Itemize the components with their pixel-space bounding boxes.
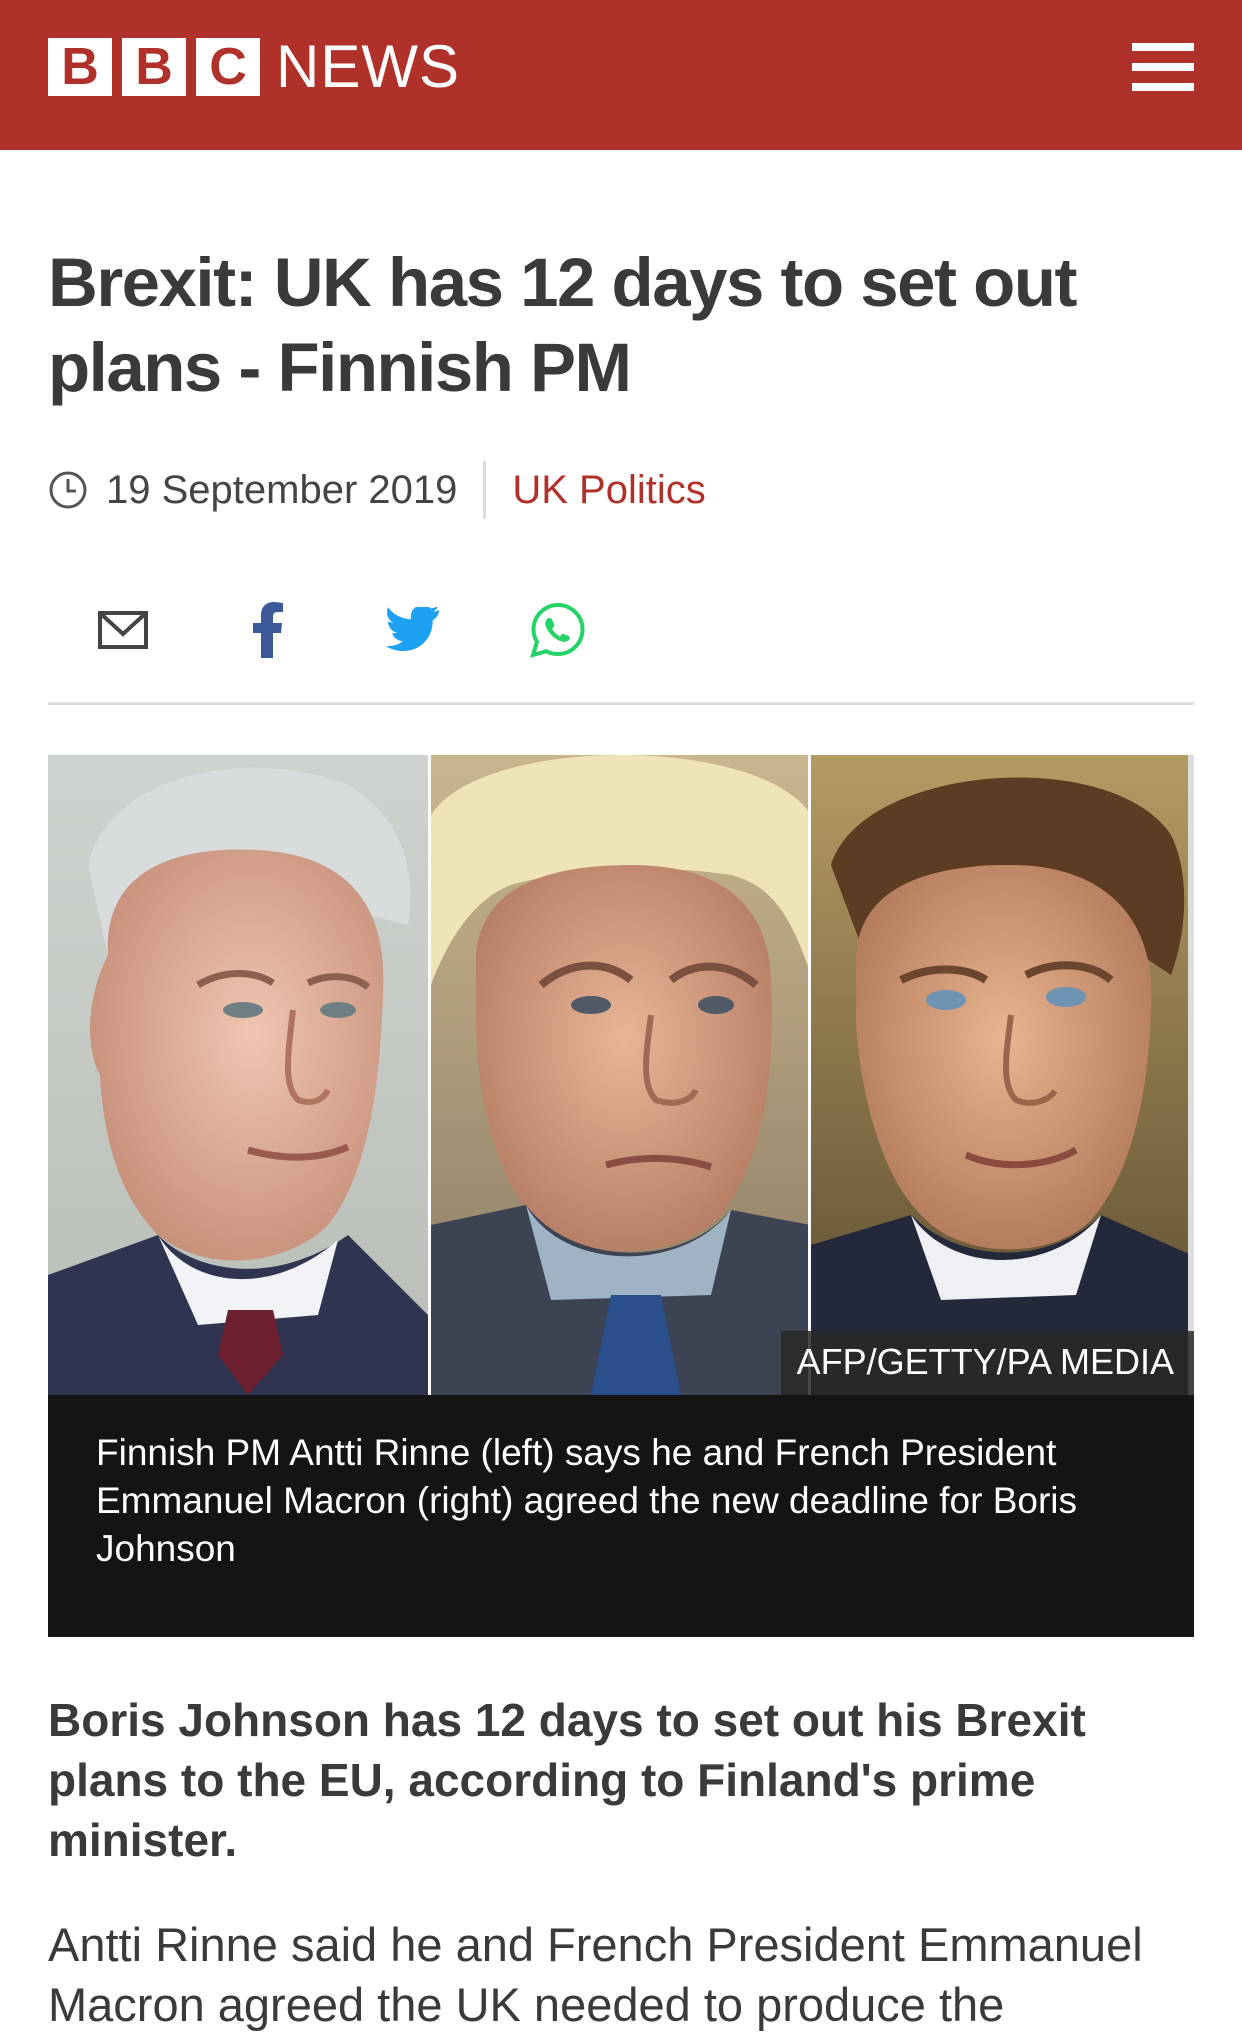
logo-letter-c: C: [196, 38, 260, 96]
logo-letter-b1: B: [48, 38, 112, 96]
article-meta: 19 September 2019 UK Politics: [48, 460, 706, 520]
bbc-news-logo[interactable]: B B C NEWS: [48, 33, 460, 100]
publish-date: 19 September 2019: [106, 467, 458, 512]
top-header-bar: B B C NEWS: [0, 0, 1242, 150]
facebook-icon[interactable]: [233, 595, 303, 665]
logo-news-text: NEWS: [276, 33, 460, 100]
article-lead-paragraph: Boris Johnson has 12 days to set out his…: [48, 1694, 1086, 1866]
article-hero-image[interactable]: AFP/GETTY/PA MEDIA: [48, 755, 1194, 1395]
logo-letter-b2: B: [122, 38, 186, 96]
portrait-antti-rinne: [48, 755, 428, 1395]
image-credit: AFP/GETTY/PA MEDIA: [780, 1331, 1194, 1395]
hamburger-menu-icon[interactable]: [1132, 43, 1194, 91]
image-caption-box: Finnish PM Antti Rinne (left) says he an…: [48, 1395, 1194, 1637]
twitter-icon[interactable]: [378, 595, 448, 665]
article-body-paragraph: Antti Rinne said he and French President…: [48, 1918, 1143, 2031]
category-link[interactable]: UK Politics: [512, 468, 705, 513]
portrait-boris-johnson: [428, 755, 808, 1395]
clock-icon: [49, 471, 87, 509]
share-bar: [48, 595, 668, 665]
share-divider: [48, 702, 1194, 705]
article-headline: Brexit: UK has 12 days to set out plans …: [48, 244, 1077, 406]
portrait-emmanuel-macron: [808, 755, 1188, 1395]
email-icon[interactable]: [88, 595, 158, 665]
image-caption: Finnish PM Antti Rinne (left) says he an…: [96, 1432, 1077, 1569]
meta-divider: [483, 461, 487, 519]
whatsapp-icon[interactable]: [523, 595, 593, 665]
